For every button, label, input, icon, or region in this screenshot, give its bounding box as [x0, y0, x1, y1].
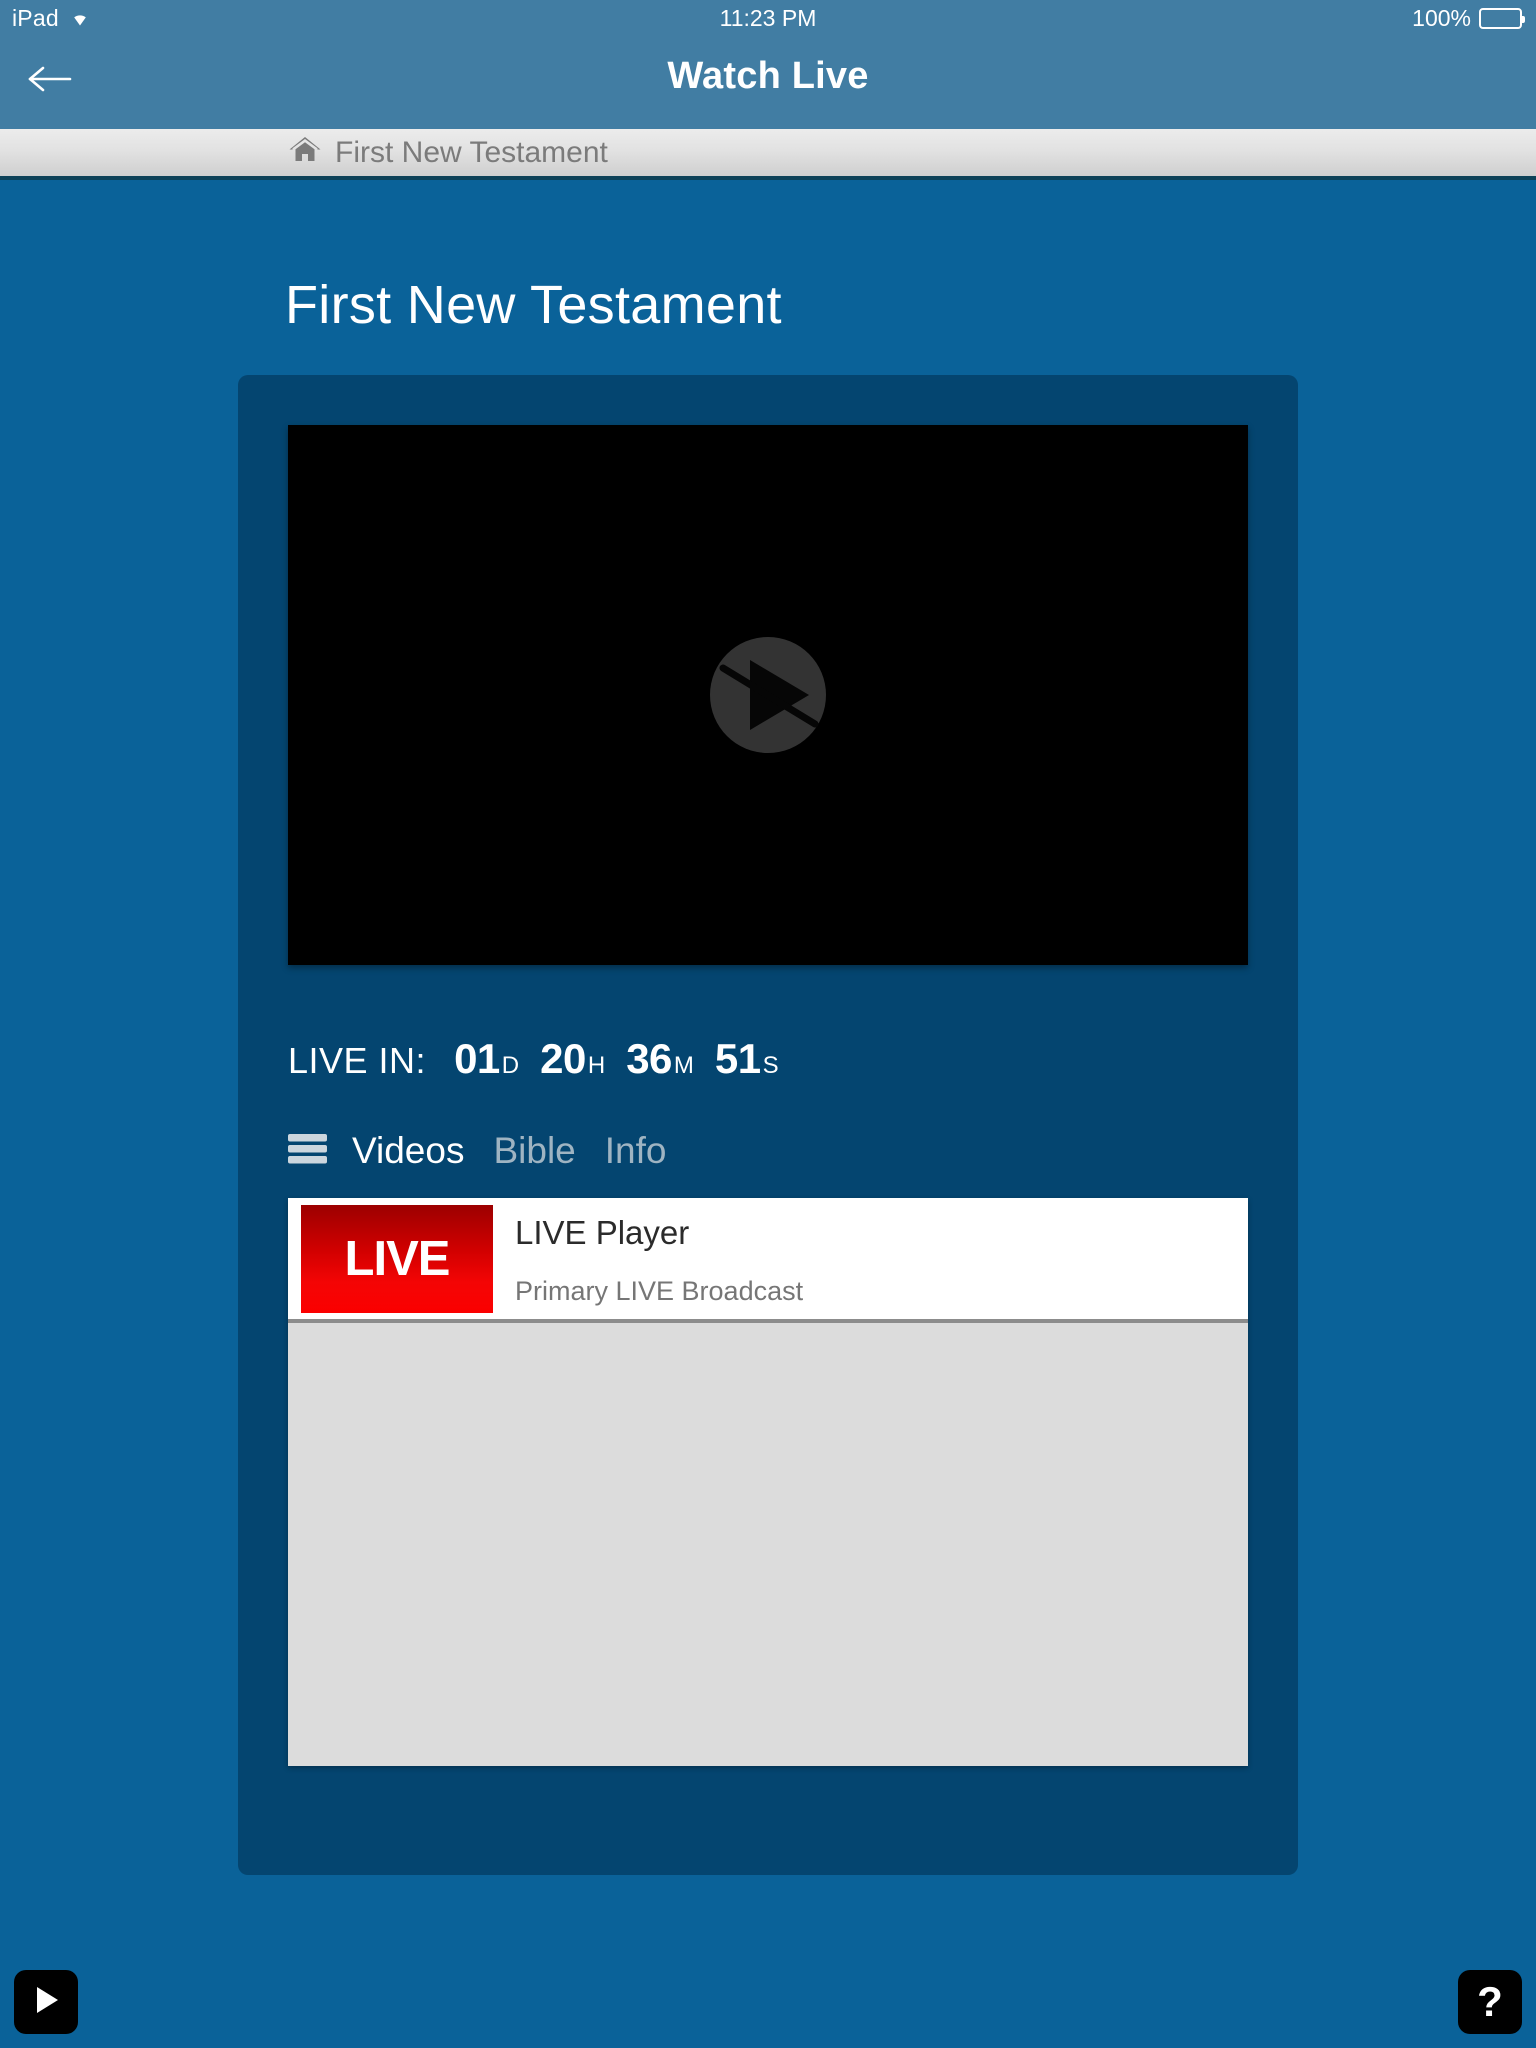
countdown-label: LIVE IN: [288, 1040, 427, 1081]
video-player[interactable] [288, 425, 1248, 965]
status-bar-clock: 11:23 PM [719, 5, 817, 31]
list-item[interactable]: LIVE LIVE Player Primary LIVE Broadcast [288, 1198, 1248, 1323]
countdown-minutes-suffix: M [673, 1052, 694, 1079]
breadcrumb-item-label[interactable]: First New Testament [335, 136, 608, 170]
tab-info[interactable]: Info [605, 1130, 667, 1172]
play-button[interactable] [14, 1970, 78, 2034]
home-icon [288, 135, 322, 170]
live-thumbnail-label: LIVE [344, 1231, 451, 1286]
countdown-hours: 20 H [540, 1035, 605, 1083]
video-list: LIVE LIVE Player Primary LIVE Broadcast [288, 1198, 1248, 1766]
countdown-hours-suffix: H [587, 1052, 606, 1079]
help-button[interactable]: ? [1458, 1970, 1522, 2034]
play-disabled-icon[interactable] [703, 630, 833, 760]
countdown-minutes: 36 M [626, 1035, 694, 1083]
countdown-seconds: 51 S [715, 1035, 779, 1083]
content-card: LIVE IN: 01 D 20 H 36 M 51 S Videos Bibl… [238, 375, 1298, 1875]
breadcrumb-bar: First New Testament [0, 129, 1536, 180]
countdown-seconds-suffix: S [762, 1052, 779, 1079]
live-thumbnail: LIVE [301, 1204, 493, 1313]
countdown-days-suffix: D [501, 1052, 520, 1079]
list-item-subtitle: Primary LIVE Broadcast [515, 1276, 804, 1306]
page-header-title: Watch Live [667, 55, 869, 97]
tab-videos[interactable]: Videos [352, 1130, 464, 1172]
countdown-minutes-value: 36 [626, 1035, 672, 1082]
tab-bar: Videos Bible Info [288, 1130, 695, 1172]
battery-percent-label: 100% [1412, 5, 1471, 31]
status-bar-right: 100% [1412, 5, 1525, 32]
countdown-hours-value: 20 [540, 1035, 586, 1082]
countdown-seconds-value: 51 [714, 1035, 761, 1082]
status-bar: iPad 11:23 PM 100% [0, 0, 1536, 37]
nav-bar: Watch Live [0, 37, 1536, 129]
tab-bible[interactable]: Bible [493, 1130, 575, 1172]
countdown-days-value: 01 [454, 1035, 500, 1082]
countdown-timer: LIVE IN: 01 D 20 H 36 M 51 S [288, 1035, 779, 1083]
play-icon [29, 1983, 63, 2022]
battery-icon [1479, 8, 1525, 29]
list-item-title: LIVE Player [515, 1214, 690, 1251]
countdown-days: 01 D [454, 1035, 519, 1083]
list-item-text: LIVE Player Primary LIVE Broadcast [515, 1205, 803, 1313]
breadcrumb[interactable]: First New Testament [288, 135, 608, 170]
hamburger-menu-icon[interactable] [288, 1132, 327, 1171]
question-mark-icon: ? [1477, 1978, 1503, 2025]
page-title: First New Testament [285, 275, 782, 335]
